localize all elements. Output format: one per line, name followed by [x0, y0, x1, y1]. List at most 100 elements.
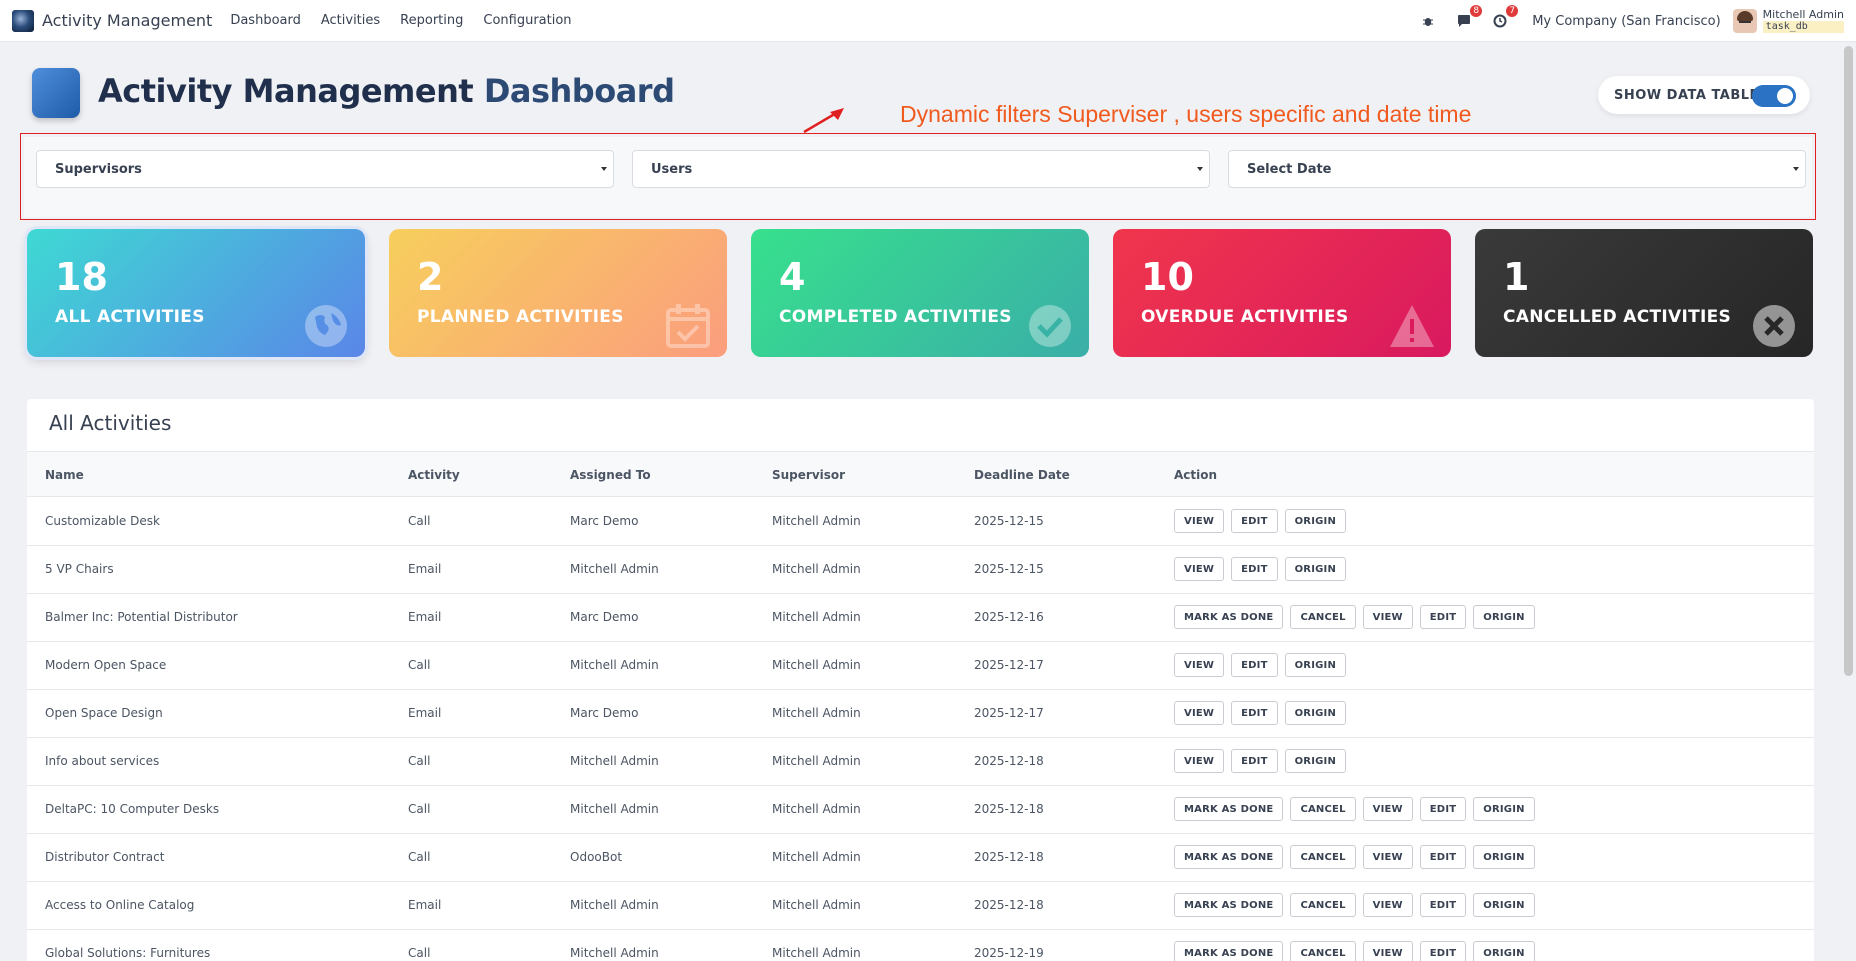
app-title[interactable]: Activity Management	[42, 11, 212, 30]
cell-activity: Email	[408, 706, 442, 720]
table-row[interactable]: Customizable Desk Call Marc Demo Mitchell A…	[27, 498, 1814, 546]
page-title-accent: Dashboard	[483, 72, 675, 110]
kpi-planned-activities[interactable]: 2 PLANNED ACTIVITIES	[389, 229, 727, 357]
cancel-button[interactable]: CANCEL	[1290, 893, 1356, 917]
menu-configuration[interactable]: Configuration	[473, 13, 581, 28]
table-row[interactable]: 5 VP Chairs Email Mitchell Admin Mitchell A…	[27, 546, 1814, 594]
page-scrollbar[interactable]	[1844, 46, 1853, 676]
cancel-button[interactable]: CANCEL	[1290, 797, 1356, 821]
view-button[interactable]: VIEW	[1174, 509, 1225, 533]
cell-deadline: 2025-12-17	[974, 658, 1044, 672]
warning-icon	[1390, 305, 1434, 347]
column-activity[interactable]: Activity	[408, 468, 460, 482]
origin-button[interactable]: ORIGIN	[1284, 557, 1347, 581]
edit-button[interactable]: EDIT	[1231, 557, 1278, 581]
menu-dashboard[interactable]: Dashboard	[220, 13, 311, 28]
bug-icon[interactable]	[1418, 11, 1438, 31]
menu-activities[interactable]: Activities	[311, 13, 390, 28]
edit-button[interactable]: EDIT	[1419, 941, 1467, 961]
view-button[interactable]: VIEW	[1362, 893, 1413, 917]
edit-button[interactable]: EDIT	[1419, 845, 1467, 869]
table-row[interactable]: Balmer Inc: Potential Distributor Email Ma…	[27, 594, 1814, 642]
mark-done-button[interactable]: MARK AS DONE	[1174, 605, 1284, 629]
view-button[interactable]: VIEW	[1174, 557, 1225, 581]
origin-button[interactable]: ORIGIN	[1473, 893, 1535, 917]
date-select[interactable]: Select Date	[1228, 150, 1806, 188]
show-data-table-toggle[interactable]: SHOW DATA TABLE	[1598, 76, 1810, 114]
table-row[interactable]: Info about services Call Mitchell Admin Mit…	[27, 738, 1814, 786]
table-row[interactable]: Distributor Contract Call OdooBot Mitchell …	[27, 834, 1814, 882]
view-button[interactable]: VIEW	[1362, 605, 1413, 629]
origin-button[interactable]: ORIGIN	[1284, 749, 1347, 773]
mark-done-button[interactable]: MARK AS DONE	[1174, 845, 1284, 869]
table-row[interactable]: Global Solutions: Furnitures Call Mitchell…	[27, 930, 1814, 961]
cell-supervisor: Mitchell Admin	[772, 514, 861, 528]
user-avatar[interactable]	[1732, 9, 1757, 33]
kpi-cancelled-activities[interactable]: 1 CANCELLED ACTIVITIES	[1475, 229, 1813, 357]
cell-activity: Call	[408, 802, 431, 816]
table-header: Name Activity Assigned To Supervisor Dea…	[27, 451, 1814, 497]
user-menu[interactable]: Mitchell Admin task_db	[1762, 9, 1844, 33]
kpi-overdue-activities[interactable]: 10 OVERDUE ACTIVITIES	[1113, 229, 1451, 357]
edit-button[interactable]: EDIT	[1231, 749, 1278, 773]
app-logo-icon[interactable]	[12, 9, 34, 32]
kpi-all-activities[interactable]: 18 ALL ACTIVITIES	[27, 229, 365, 357]
origin-button[interactable]: ORIGIN	[1284, 701, 1347, 725]
edit-button[interactable]: EDIT	[1231, 653, 1278, 677]
column-name[interactable]: Name	[45, 468, 84, 482]
cancel-button[interactable]: CANCEL	[1290, 605, 1356, 629]
edit-button[interactable]: EDIT	[1419, 893, 1467, 917]
column-deadline-date[interactable]: Deadline Date	[974, 468, 1070, 482]
cell-assigned-to: Mitchell Admin	[570, 562, 659, 576]
users-select[interactable]: Users	[632, 150, 1210, 188]
table-row[interactable]: DeltaPC: 10 Computer Desks Call Mitchell A…	[27, 786, 1814, 834]
date-select-value: Select Date	[1247, 161, 1332, 177]
company-switcher[interactable]: My Company (San Francisco)	[1532, 14, 1720, 29]
cell-deadline: 2025-12-17	[974, 706, 1044, 720]
edit-button[interactable]: EDIT	[1231, 701, 1278, 725]
column-assigned-to[interactable]: Assigned To	[570, 468, 651, 482]
cancel-button[interactable]: CANCEL	[1290, 941, 1356, 961]
view-button[interactable]: VIEW	[1174, 749, 1225, 773]
row-actions: VIEW EDIT ORIGIN	[1174, 749, 1353, 773]
edit-button[interactable]: EDIT	[1231, 509, 1278, 533]
mark-done-button[interactable]: MARK AS DONE	[1174, 797, 1284, 821]
view-button[interactable]: VIEW	[1362, 797, 1413, 821]
toggle-switch[interactable]	[1752, 85, 1796, 107]
cell-activity: Email	[408, 610, 442, 624]
origin-button[interactable]: ORIGIN	[1473, 605, 1535, 629]
kpi-value: 1	[1503, 255, 1530, 299]
check-circle-icon	[1029, 305, 1071, 347]
origin-button[interactable]: ORIGIN	[1284, 509, 1347, 533]
cancel-button[interactable]: CANCEL	[1290, 845, 1356, 869]
table-row[interactable]: Access to Online Catalog Email Mitchell Ad…	[27, 882, 1814, 930]
origin-button[interactable]: ORIGIN	[1473, 797, 1535, 821]
origin-button[interactable]: ORIGIN	[1473, 845, 1535, 869]
chat-icon[interactable]: 8	[1454, 5, 1483, 31]
table-row[interactable]: Modern Open Space Call Mitchell Admin Mitch…	[27, 642, 1814, 690]
cell-deadline: 2025-12-16	[974, 610, 1044, 624]
table-row[interactable]: Open Space Design Email Marc Demo Mitchell …	[27, 690, 1814, 738]
mark-done-button[interactable]: MARK AS DONE	[1174, 941, 1284, 961]
clock-icon[interactable]: 7	[1490, 5, 1519, 31]
cell-activity: Call	[408, 658, 431, 672]
view-button[interactable]: VIEW	[1174, 653, 1225, 677]
annotation-arrow-icon	[803, 108, 844, 134]
supervisors-select[interactable]: Supervisors	[36, 150, 614, 188]
kpi-completed-activities[interactable]: 4 COMPLETED ACTIVITIES	[751, 229, 1089, 357]
edit-button[interactable]: EDIT	[1419, 797, 1467, 821]
globe-icon	[305, 305, 347, 347]
edit-button[interactable]: EDIT	[1419, 605, 1467, 629]
view-button[interactable]: VIEW	[1362, 845, 1413, 869]
cell-supervisor: Mitchell Admin	[772, 946, 861, 960]
origin-button[interactable]: ORIGIN	[1473, 941, 1535, 961]
cell-name: DeltaPC: 10 Computer Desks	[45, 802, 220, 816]
view-button[interactable]: VIEW	[1174, 701, 1225, 725]
dashboard-icon	[32, 68, 80, 118]
view-button[interactable]: VIEW	[1362, 941, 1413, 961]
menu-reporting[interactable]: Reporting	[390, 13, 473, 28]
chevron-down-icon	[1793, 167, 1799, 171]
mark-done-button[interactable]: MARK AS DONE	[1174, 893, 1284, 917]
origin-button[interactable]: ORIGIN	[1284, 653, 1347, 677]
column-supervisor[interactable]: Supervisor	[772, 468, 845, 482]
